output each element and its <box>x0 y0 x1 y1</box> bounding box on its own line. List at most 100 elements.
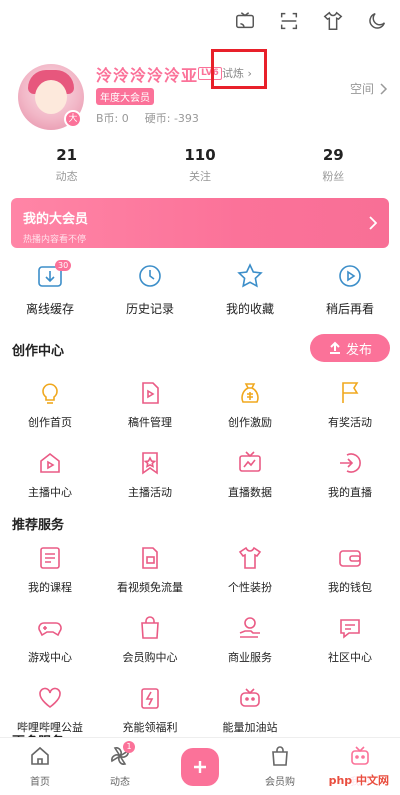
grid-label: 充能领福利 <box>122 721 178 734</box>
shirt-icon <box>238 546 262 569</box>
quick-actions: 30 离线缓存 历史记录 我的收藏 稍后再看 <box>0 260 400 317</box>
moon-icon[interactable] <box>366 10 388 32</box>
grid-item-dressup[interactable]: 个性装扮 <box>200 545 300 595</box>
grid-label: 有奖活动 <box>328 416 372 429</box>
stat-number: 29 <box>322 146 344 164</box>
space-link[interactable]: 空间 <box>350 80 388 97</box>
plus-icon <box>194 760 206 773</box>
grid-item-manuscript[interactable]: 稿件管理 <box>100 380 200 430</box>
quick-offline-cache[interactable]: 30 离线缓存 <box>5 260 95 317</box>
home-icon <box>31 746 49 765</box>
badge: 1 <box>123 741 135 753</box>
grid-item-reward-activity[interactable]: 有奖活动 <box>300 380 400 430</box>
tab-label: 首页 <box>30 777 50 788</box>
chevron-right-icon <box>369 216 377 230</box>
tab-publish[interactable] <box>165 747 235 786</box>
stat-number: 110 <box>184 146 216 164</box>
enter-icon <box>340 453 361 473</box>
vip-banner[interactable]: 我的大会员 热播内容看不停 <box>11 198 389 248</box>
shop-bag-icon <box>141 616 159 639</box>
shop-bag-icon <box>272 746 288 766</box>
grid-label: 我的课程 <box>28 581 72 594</box>
chat-icon <box>340 619 360 639</box>
sim-icon <box>142 547 158 569</box>
publish-button[interactable]: 发布 <box>310 334 390 362</box>
grid-item-business[interactable]: 商业服务 <box>200 615 300 665</box>
scan-icon[interactable] <box>278 10 300 32</box>
grid-item-vip-shop[interactable]: 会员购中心 <box>100 615 200 665</box>
vip-banner-subtitle: 热播内容看不停 <box>23 235 87 245</box>
grid-item-free-data[interactable]: 看视频免流量 <box>100 545 200 595</box>
heart-hands-icon <box>39 687 61 708</box>
grid-label: 商业服务 <box>228 651 272 664</box>
tab-vip-shop[interactable]: 会员购 <box>245 745 315 788</box>
grid-item-charge-benefit[interactable]: 充能领福利 <box>100 685 200 735</box>
grid-label: 创作激励 <box>228 416 272 429</box>
clock-icon <box>139 265 161 287</box>
grid-label: 我的直播 <box>328 486 372 499</box>
stat-dynamics[interactable]: 21 动态 <box>17 146 117 184</box>
services-grid: 我的课程 看视频免流量 个性装扮 我的钱包 游戏中心 会员购中心 商业服务 社区… <box>0 545 400 735</box>
energy-tv-icon <box>240 688 260 707</box>
grid-item-community[interactable]: 社区中心 <box>300 615 400 665</box>
quick-label: 稍后再看 <box>325 302 374 316</box>
grid-item-streamer-activity[interactable]: 主播活动 <box>100 450 200 500</box>
grid-label: 主播活动 <box>128 486 172 499</box>
grid-label: 游戏中心 <box>28 651 72 664</box>
grid-item-charity[interactable]: 哔哩哔哩公益 <box>0 685 100 735</box>
stat-label: 粉丝 <box>322 170 345 183</box>
bookmark-star-icon <box>142 452 158 475</box>
grid-label: 会员购中心 <box>122 651 178 664</box>
vip-tag: 年度大会员 <box>96 88 154 105</box>
highlight-box <box>211 49 267 89</box>
grid-item-creation-home[interactable]: 创作首页 <box>0 380 100 430</box>
profile-header[interactable]: 大 泠泠泠泠泠亚 LV6 试炼 › 年度大会员 B币: 0 硬币: -393 空… <box>18 49 388 130</box>
stat-fans[interactable]: 29 粉丝 <box>283 146 383 184</box>
stat-following[interactable]: 110 关注 <box>150 146 250 184</box>
home-live-icon <box>40 452 60 473</box>
grid-item-streamer-center[interactable]: 主播中心 <box>0 450 100 500</box>
vip-banner-title: 我的大会员 <box>23 212 89 227</box>
grid-item-wallet[interactable]: 我的钱包 <box>300 545 400 595</box>
publish-label: 发布 <box>345 342 372 358</box>
shirt-icon[interactable] <box>322 10 344 32</box>
tab-home[interactable]: 首页 <box>5 745 75 788</box>
tv-chart-icon <box>239 451 261 472</box>
grid-label: 我的钱包 <box>328 581 372 594</box>
plus-button[interactable] <box>181 747 219 786</box>
grid-label: 稿件管理 <box>128 416 172 429</box>
chevron-right-icon <box>380 82 388 95</box>
charge-icon <box>141 688 159 709</box>
tv-face-icon <box>351 746 369 765</box>
grid-label: 创作首页 <box>28 416 72 429</box>
grid-item-my-live[interactable]: 我的直播 <box>300 450 400 500</box>
tab-dynamics[interactable]: 1 动态 <box>85 741 155 788</box>
stat-label: 动态 <box>55 170 78 183</box>
star-icon <box>237 263 263 288</box>
grid-label: 主播中心 <box>28 486 72 499</box>
tv-cast-icon[interactable] <box>234 10 256 32</box>
grid-item-live-data[interactable]: 直播数据 <box>200 450 300 500</box>
quick-favorites[interactable]: 我的收藏 <box>205 262 295 317</box>
upload-icon <box>329 341 340 354</box>
grid-label: 社区中心 <box>328 651 372 664</box>
grid-item-incentive[interactable]: 创作激励 <box>200 380 300 430</box>
badge: 30 <box>55 260 72 271</box>
grid-item-game-center[interactable]: 游戏中心 <box>0 615 100 665</box>
wallet-icon <box>339 550 361 567</box>
money-bag-icon <box>241 383 259 403</box>
watermark: php 中文网 <box>325 771 392 789</box>
grid-item-energy-station[interactable]: 能量加油站 <box>200 685 300 735</box>
grid-label: 直播数据 <box>228 486 272 499</box>
tab-label: 会员购 <box>265 777 295 788</box>
quick-label: 离线缓存 <box>25 302 74 316</box>
grid-item-my-course[interactable]: 我的课程 <box>0 545 100 595</box>
file-play-icon <box>142 382 159 404</box>
coins-row: B币: 0 硬币: -393 <box>96 110 199 126</box>
creation-grid: 创作首页 稿件管理 创作激励 有奖活动 主播中心 主播活动 直播数据 我的直播 <box>0 380 400 500</box>
grid-label: 看视频免流量 <box>117 581 183 594</box>
space-label: 空间 <box>349 82 374 96</box>
avatar-badge: 大 <box>64 110 82 128</box>
quick-history[interactable]: 历史记录 <box>105 262 195 317</box>
quick-watch-later[interactable]: 稍后再看 <box>305 262 395 317</box>
